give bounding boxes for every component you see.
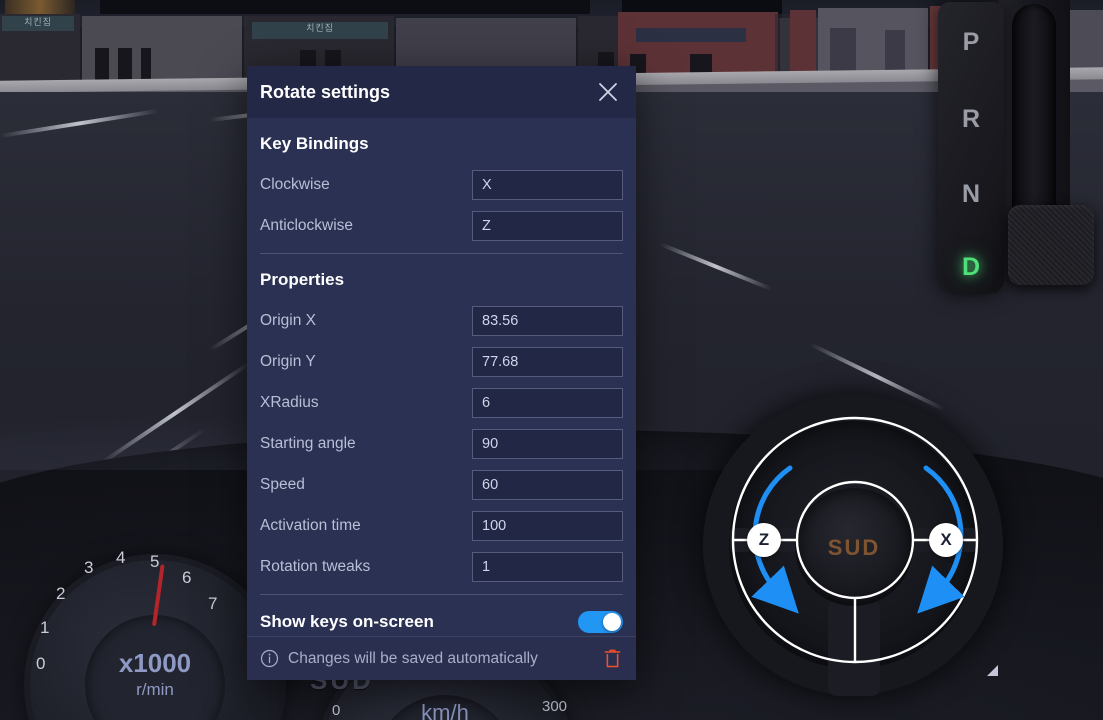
- dialog-body: Key Bindings Clockwise Anticlockwise Pro…: [247, 118, 636, 636]
- tachometer-unit-primary: x1000: [118, 648, 192, 678]
- tachometer-tick: 6: [182, 568, 192, 587]
- label-speed: Speed: [260, 475, 305, 493]
- section-divider-2: [260, 594, 623, 595]
- shop-sign: 치킨집: [252, 22, 388, 39]
- label-xradius: XRadius: [260, 393, 319, 411]
- rotate-settings-dialog: Rotate settings Key Bindings Clockwise A…: [247, 66, 636, 680]
- trash-icon: [604, 649, 620, 668]
- info-circle-icon: [260, 649, 279, 668]
- field-row-origin-y: Origin Y: [260, 341, 623, 382]
- gear-r[interactable]: R: [938, 105, 1004, 134]
- tachometer-tick: 5: [150, 552, 160, 571]
- label-origin-x: Origin X: [260, 311, 316, 329]
- screen-root: 치킨집 치킨집 x1000 r/min 4 5 6 7 3 2 1 0 km/h…: [0, 0, 1103, 720]
- tachometer-tick: 2: [56, 584, 66, 603]
- tachometer-tick: 3: [84, 558, 94, 577]
- autosave-message: Changes will be saved automatically: [288, 649, 538, 667]
- toggle-show-keys-on-screen[interactable]: [578, 611, 623, 633]
- gear-d-active[interactable]: D: [938, 253, 1004, 282]
- tachometer-tick: 4: [116, 548, 126, 567]
- dialog-footer: Changes will be saved automatically: [247, 636, 636, 680]
- gear-p[interactable]: P: [938, 28, 1004, 57]
- window: [118, 48, 132, 82]
- lane-marking: [0, 108, 159, 138]
- input-xradius[interactable]: [472, 387, 623, 418]
- toggle-knob: [603, 613, 621, 631]
- field-row-xradius: XRadius: [260, 382, 623, 423]
- toggle-row-show-keys: Show keys on-screen: [260, 599, 623, 636]
- input-anticlockwise[interactable]: [472, 210, 623, 241]
- gear-n[interactable]: N: [938, 180, 1004, 209]
- speedometer-tick: 300: [542, 698, 568, 715]
- field-row-clockwise: Clockwise: [260, 164, 623, 205]
- window: [141, 48, 151, 82]
- page-title: Rotate settings: [260, 81, 391, 102]
- shifter-knob[interactable]: [1008, 205, 1094, 285]
- input-origin-y[interactable]: [472, 346, 623, 377]
- label-show-keys-on-screen: Show keys on-screen: [260, 612, 434, 631]
- input-activation-time[interactable]: [472, 510, 623, 541]
- close-icon: [599, 83, 617, 101]
- input-speed[interactable]: [472, 469, 623, 500]
- input-clockwise[interactable]: [472, 169, 623, 200]
- field-row-anticlockwise: Anticlockwise: [260, 205, 623, 246]
- tachometer-tick: 1: [40, 618, 50, 637]
- label-rotation-tweaks: Rotation tweaks: [260, 557, 371, 575]
- tachometer-tick: 7: [208, 594, 218, 613]
- label-clockwise: Clockwise: [260, 175, 330, 193]
- label-anticlockwise: Anticlockwise: [260, 216, 354, 234]
- speedometer-unit: km/h: [421, 700, 469, 720]
- keycap-anticlockwise[interactable]: Z: [747, 523, 781, 557]
- resize-handle-icon[interactable]: [987, 665, 998, 676]
- field-row-rotation-tweaks: Rotation tweaks: [260, 546, 623, 587]
- section-heading-key-bindings: Key Bindings: [260, 134, 369, 153]
- tachometer-unit-secondary: r/min: [136, 680, 174, 699]
- keycap-clockwise[interactable]: X: [929, 523, 963, 557]
- shop-sign: [636, 28, 746, 42]
- field-row-speed: Speed: [260, 464, 623, 505]
- label-starting-angle: Starting angle: [260, 434, 356, 452]
- close-button[interactable]: [592, 76, 624, 108]
- rotate-inner-ring: [795, 480, 915, 600]
- lane-marking: [659, 242, 773, 291]
- input-origin-x[interactable]: [472, 305, 623, 336]
- input-starting-angle[interactable]: [472, 428, 623, 459]
- dialog-header: Rotate settings: [247, 66, 636, 118]
- tachometer-tick: 0: [36, 654, 46, 673]
- speedometer-tick: 0: [332, 702, 341, 719]
- input-rotation-tweaks[interactable]: [472, 551, 623, 582]
- section-heading-properties: Properties: [260, 270, 345, 289]
- delete-button[interactable]: [600, 647, 624, 671]
- label-activation-time: Activation time: [260, 516, 361, 534]
- field-row-activation-time: Activation time: [260, 505, 623, 546]
- label-origin-y: Origin Y: [260, 352, 316, 370]
- shop-sign: 치킨집: [2, 16, 74, 31]
- window: [95, 48, 109, 82]
- field-row-origin-x: Origin X: [260, 300, 623, 341]
- rotate-widget-overlay[interactable]: Z X: [710, 400, 1000, 690]
- field-row-starting-angle: Starting angle: [260, 423, 623, 464]
